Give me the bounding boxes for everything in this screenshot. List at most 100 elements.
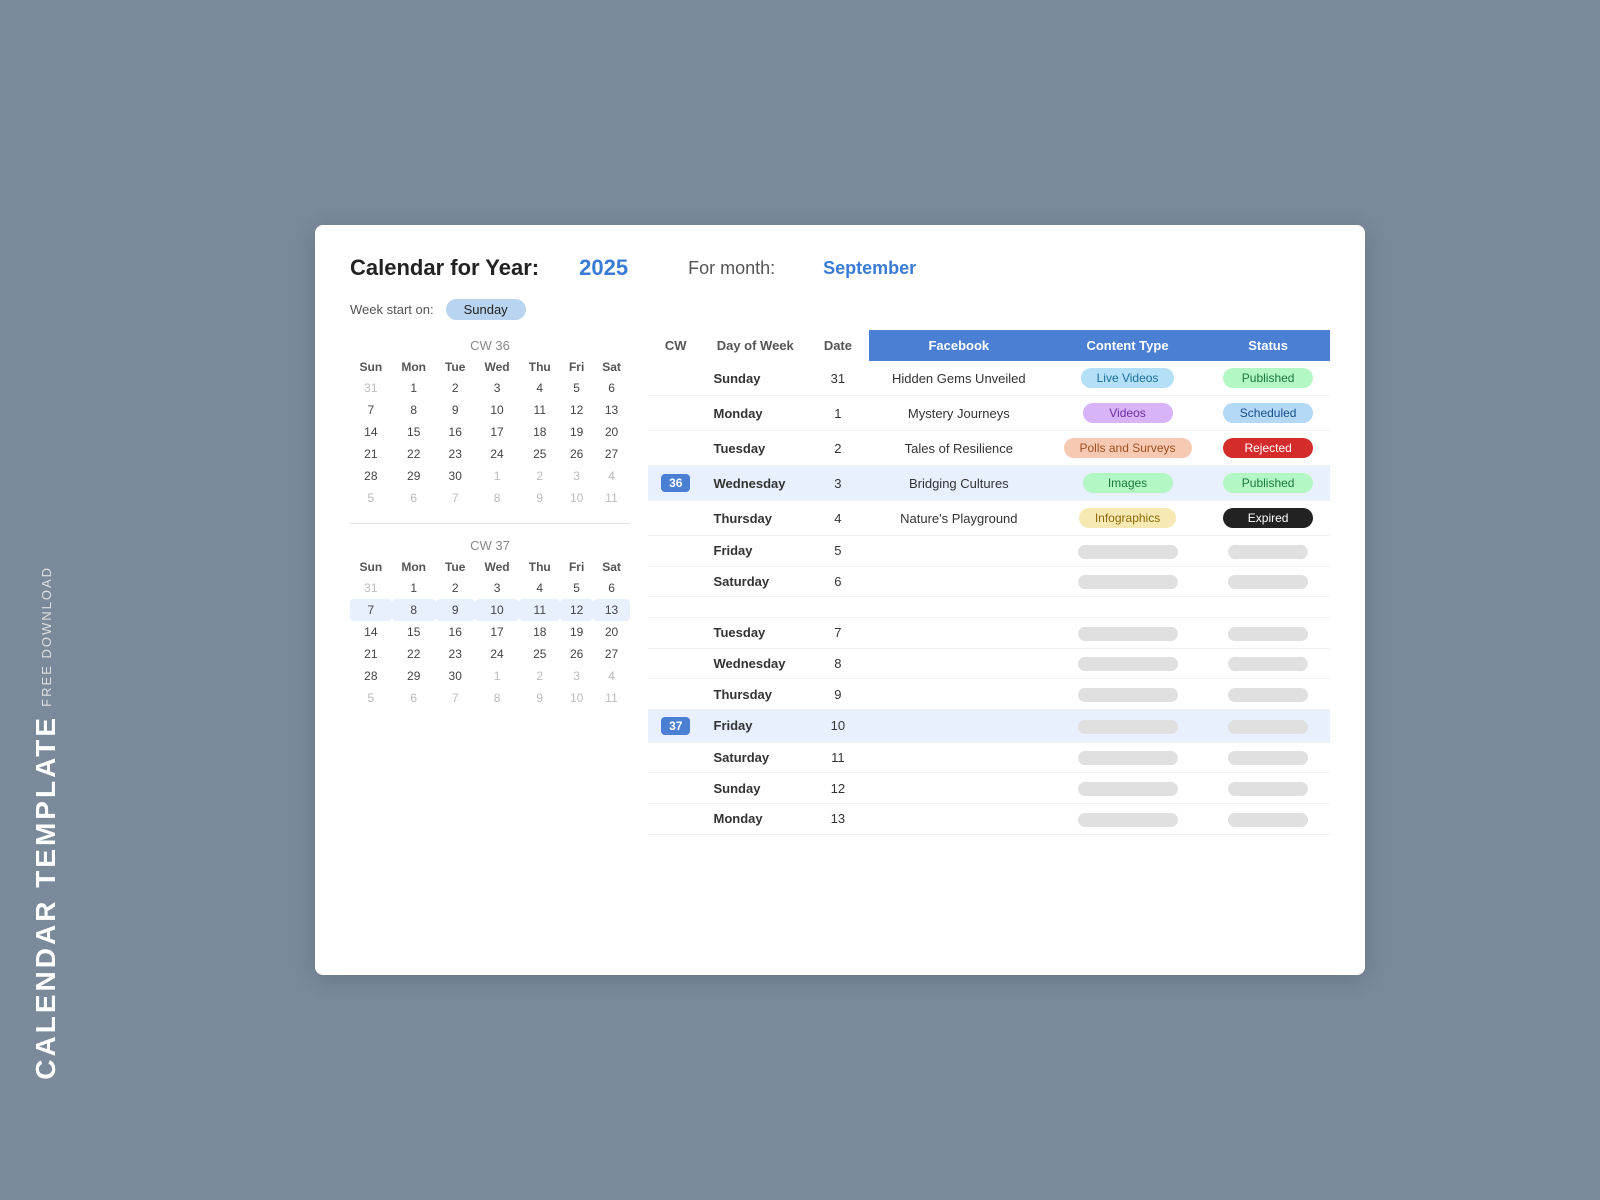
- cal-day: 4: [519, 377, 560, 399]
- cal-day: 3: [560, 665, 593, 687]
- dow-cell: Sunday: [704, 773, 807, 804]
- content-type-badge: Live Videos: [1081, 368, 1175, 388]
- dow-cell: Saturday: [704, 566, 807, 597]
- status-cell: Published: [1206, 466, 1330, 501]
- content-type-badge: Infographics: [1079, 508, 1176, 528]
- status-cell: [1206, 618, 1330, 649]
- schedule-table: CW Day of Week Date Facebook Content Typ…: [648, 330, 1330, 835]
- facebook-cell: [869, 618, 1049, 649]
- cal-day: 1: [392, 377, 436, 399]
- cal-day: 21: [350, 643, 392, 665]
- table-row: Monday 13: [648, 803, 1330, 834]
- empty-placeholder: [1228, 627, 1308, 641]
- week-start-label: Week start on:: [350, 302, 434, 317]
- dow-cell: Friday: [704, 536, 807, 567]
- content-type-badge: Polls and Surveys: [1064, 438, 1192, 458]
- table-row: 37 Friday 10: [648, 709, 1330, 742]
- status-cell: Published: [1206, 361, 1330, 396]
- cal-day: 2: [436, 377, 475, 399]
- facebook-cell: [869, 648, 1049, 679]
- table-row: Monday 1 Mystery Journeys Videos Schedul…: [648, 396, 1330, 431]
- cw-cell: [648, 742, 704, 773]
- cal-header-tue: Tue: [436, 357, 475, 377]
- empty-placeholder: [1228, 657, 1308, 671]
- cw-cell: [648, 773, 704, 804]
- cal-header-sat: Sat: [593, 357, 630, 377]
- cal-day: 2: [519, 465, 560, 487]
- cw-cell: [648, 361, 704, 396]
- cal-day: 1: [475, 465, 520, 487]
- week-start-row: Week start on: Sunday: [350, 299, 1330, 320]
- date-cell: 11: [807, 742, 869, 773]
- cal-header-wed: Wed: [475, 557, 520, 577]
- calendar-title: Calendar for Year:: [350, 255, 539, 281]
- dow-cell: Tuesday: [704, 618, 807, 649]
- content-type-cell: [1049, 803, 1206, 834]
- cal-day: 5: [560, 377, 593, 399]
- date-cell: 1: [807, 396, 869, 431]
- status-cell: [1206, 742, 1330, 773]
- facebook-cell: Hidden Gems Unveiled: [869, 361, 1049, 396]
- table-row: Sunday 31 Hidden Gems Unveiled Live Vide…: [648, 361, 1330, 396]
- content-type-cell: [1049, 709, 1206, 742]
- date-cell: 3: [807, 466, 869, 501]
- content-type-cell: [1049, 773, 1206, 804]
- date-cell: 7: [807, 618, 869, 649]
- status-badge: Published: [1223, 473, 1313, 493]
- facebook-cell: [869, 566, 1049, 597]
- date-cell: 12: [807, 773, 869, 804]
- calendar-month: September: [823, 258, 916, 279]
- col-header-cw: CW: [648, 330, 704, 361]
- status-cell: [1206, 679, 1330, 710]
- cw-cell: [648, 431, 704, 466]
- calendar-year: 2025: [579, 255, 628, 281]
- table-row: 31 1 2 3 4 5 6: [350, 377, 630, 399]
- date-cell: 31: [807, 361, 869, 396]
- cal-day: 23: [436, 643, 475, 665]
- status-cell: Expired: [1206, 501, 1330, 536]
- cal-day: 29: [392, 665, 436, 687]
- table-row: 14 15 16 17 18 19 20: [350, 421, 630, 443]
- dow-cell: Saturday: [704, 742, 807, 773]
- dow-cell: Tuesday: [704, 431, 807, 466]
- facebook-cell: [869, 773, 1049, 804]
- cal-day: 4: [593, 465, 630, 487]
- table-row: 14 15 16 17 18 19 20: [350, 621, 630, 643]
- cal-day: 3: [475, 377, 520, 399]
- cal-day: 28: [350, 465, 392, 487]
- cal-header-tue: Tue: [436, 557, 475, 577]
- cw37-section-divider: [648, 597, 1330, 618]
- dow-cell: Wednesday: [704, 466, 807, 501]
- date-cell: 13: [807, 803, 869, 834]
- facebook-cell: Nature's Playground: [869, 501, 1049, 536]
- cal-day: 27: [593, 443, 630, 465]
- cal-day: 16: [436, 421, 475, 443]
- table-row: Saturday 6: [648, 566, 1330, 597]
- facebook-cell: Bridging Cultures: [869, 466, 1049, 501]
- empty-placeholder: [1078, 627, 1178, 641]
- free-download-label: FREE DOWNLOAD: [39, 566, 54, 707]
- content-type-cell: Videos: [1049, 396, 1206, 431]
- cal-day: 20: [593, 621, 630, 643]
- cw-cell: [648, 618, 704, 649]
- empty-placeholder: [1228, 545, 1308, 559]
- table-row: Tuesday 7: [648, 618, 1330, 649]
- cal-day: 9: [519, 487, 560, 509]
- cal-day: 2: [519, 665, 560, 687]
- facebook-cell: [869, 709, 1049, 742]
- cw36-calendar: Sun Mon Tue Wed Thu Fri Sat 31 1 2 3: [350, 357, 630, 509]
- status-cell: Scheduled: [1206, 396, 1330, 431]
- status-cell: Rejected: [1206, 431, 1330, 466]
- cal-header-thu: Thu: [519, 557, 560, 577]
- cal-header-fri: Fri: [560, 357, 593, 377]
- cal-day: 4: [519, 577, 560, 599]
- cal-day: 6: [593, 577, 630, 599]
- cal-day: 7: [436, 687, 475, 709]
- facebook-cell: Tales of Resilience: [869, 431, 1049, 466]
- facebook-cell: [869, 679, 1049, 710]
- week-start-value: Sunday: [446, 299, 526, 320]
- cal-day: 15: [392, 621, 436, 643]
- cal-day: 14: [350, 421, 392, 443]
- empty-placeholder: [1078, 720, 1178, 734]
- cal-day: 7: [436, 487, 475, 509]
